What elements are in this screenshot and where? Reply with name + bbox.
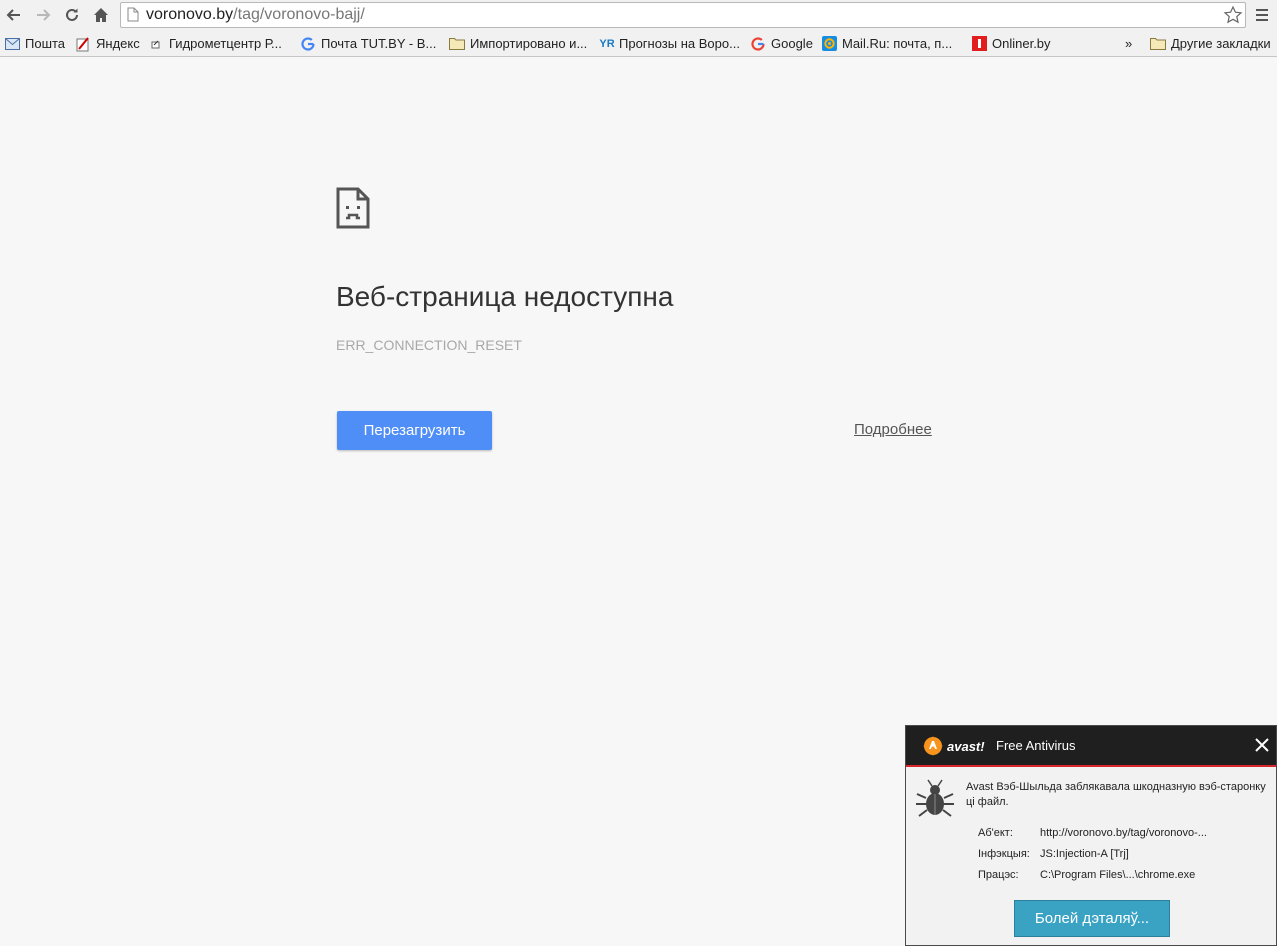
refresh-icon bbox=[66, 8, 78, 21]
avast-product-name: Free Antivirus bbox=[996, 738, 1076, 753]
bookmark-item[interactable]: Пошта bbox=[4, 34, 65, 53]
page-icon bbox=[127, 7, 139, 22]
bookmark-item[interactable]: Импортировано и... bbox=[449, 34, 587, 53]
bookmark-item[interactable]: Mail.Ru: почта, п... bbox=[821, 34, 952, 53]
bookmark-item[interactable]: Onliner.by bbox=[971, 34, 1051, 53]
folder-icon bbox=[449, 36, 465, 52]
bookmark-item[interactable]: Почта TUT.BY - В... bbox=[300, 34, 436, 53]
mailru-icon bbox=[821, 36, 837, 52]
reload-toolbar-button[interactable] bbox=[61, 4, 83, 26]
page-icon bbox=[148, 36, 164, 52]
avast-header: avast! Free Antivirus bbox=[906, 726, 1276, 767]
avast-message: Avast Вэб-Шыльда заблякавала шкодназную … bbox=[966, 781, 1266, 808]
sad-page-icon bbox=[336, 187, 370, 229]
back-button[interactable] bbox=[3, 4, 25, 26]
arrow-right-icon bbox=[37, 9, 51, 21]
yandex-icon bbox=[75, 36, 91, 52]
bug-icon bbox=[916, 779, 954, 817]
error-code: ERR_CONNECTION_RESET bbox=[336, 337, 522, 353]
onliner-icon bbox=[971, 36, 987, 52]
address-bar[interactable]: voronovo.by/tag/voronovo-bajj/ bbox=[120, 2, 1246, 28]
google-icon bbox=[300, 36, 316, 52]
bookmark-item[interactable]: YR Прогнозы на Воро... bbox=[598, 34, 740, 53]
avast-detail-row: Інфэкцыя: JS:Injection-A [Trj] bbox=[978, 848, 1129, 860]
mail-icon bbox=[4, 36, 20, 52]
bookmark-item[interactable]: Google bbox=[750, 34, 813, 53]
bookmarks-overflow-button[interactable]: » bbox=[1125, 34, 1132, 53]
bookmark-item[interactable]: Яндекс bbox=[75, 34, 140, 53]
more-details-button[interactable]: Болей дэталяў... bbox=[1014, 900, 1170, 937]
home-button[interactable] bbox=[90, 4, 112, 26]
avast-detail-row: Працэс: C:\Program Files\...\chrome.exe bbox=[978, 869, 1196, 881]
details-link[interactable]: Подробнее bbox=[854, 421, 932, 438]
bookmarks-bar: Пошта Яндекс Гидрометцентр Р... Почта TU… bbox=[0, 30, 1277, 57]
url-text: voronovo.by/tag/voronovo-bajj/ bbox=[146, 6, 365, 23]
bookmark-item[interactable]: Гидрометцентр Р... bbox=[148, 34, 282, 53]
other-bookmarks-folder[interactable]: Другие закладки bbox=[1150, 34, 1271, 53]
home-icon bbox=[94, 8, 108, 22]
avast-notification: avast! Free Antivirus Avast Вэб-Шыльда з… bbox=[905, 725, 1277, 946]
avast-detail-row: Аб'ект: http://voronovo.by/tag/voronovo-.… bbox=[978, 827, 1207, 839]
browser-toolbar: voronovo.by/tag/voronovo-bajj/ bbox=[0, 0, 1277, 30]
forward-button[interactable] bbox=[32, 4, 54, 26]
yr-icon: YR bbox=[599, 37, 615, 50]
hamburger-icon bbox=[1256, 9, 1268, 21]
chrome-menu-button[interactable] bbox=[1251, 4, 1273, 26]
arrow-left-icon bbox=[6, 9, 20, 21]
google-icon bbox=[750, 36, 766, 52]
reload-button[interactable]: Перезагрузить bbox=[337, 411, 492, 450]
folder-icon bbox=[1150, 36, 1166, 52]
avast-logo-icon bbox=[923, 736, 943, 756]
error-title: Веб-страница недоступна bbox=[336, 281, 674, 312]
close-icon[interactable] bbox=[1252, 735, 1272, 755]
star-icon[interactable] bbox=[1223, 5, 1243, 25]
avast-logo: avast! bbox=[921, 734, 985, 758]
